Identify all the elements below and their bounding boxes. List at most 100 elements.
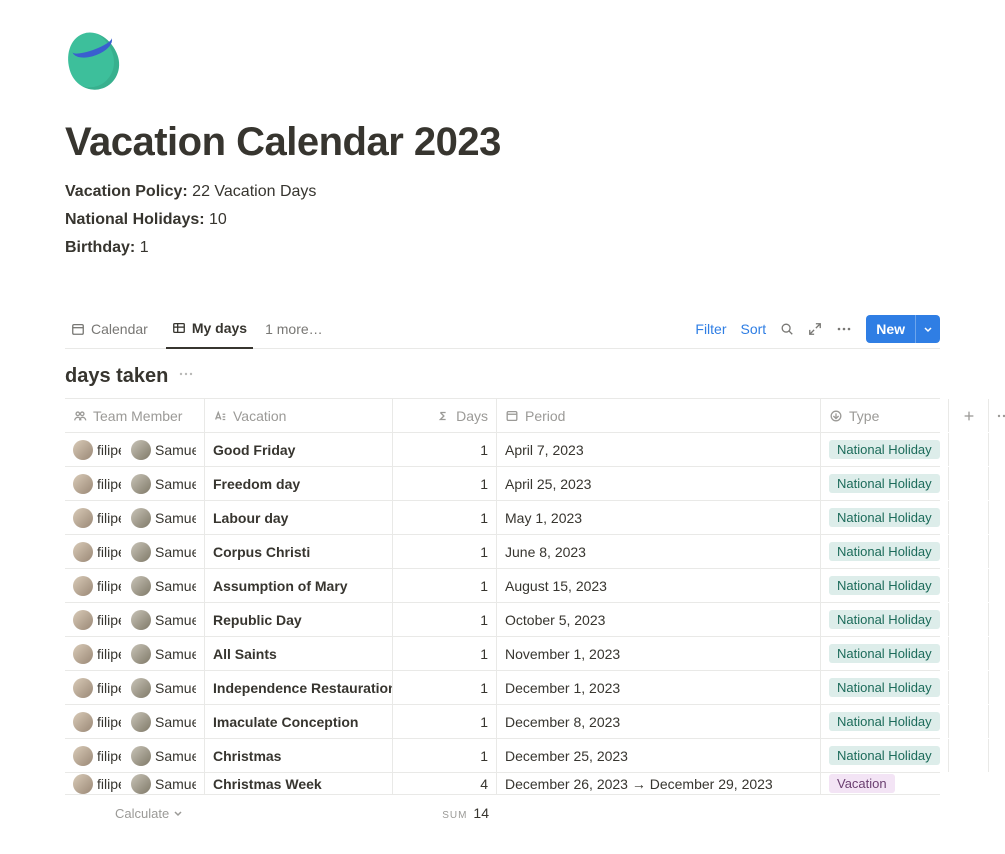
vacation-cell[interactable]: Christmas xyxy=(205,739,393,772)
select-icon xyxy=(829,409,843,423)
tab-calendar[interactable]: Calendar xyxy=(65,309,154,349)
tab-more[interactable]: 1 more… xyxy=(265,321,323,337)
avatar xyxy=(131,746,151,766)
vacation-cell[interactable]: Christmas Week xyxy=(205,773,393,794)
member-chip: Samuel xyxy=(131,774,196,794)
col-team-member[interactable]: Team Member xyxy=(65,399,205,432)
type-cell: National Holiday xyxy=(821,467,949,500)
policy-line: Vacation Policy: 22 Vacation Days xyxy=(65,183,940,201)
add-column-button[interactable] xyxy=(949,399,989,432)
vacation-cell[interactable]: Imaculate Conception xyxy=(205,705,393,738)
col-days[interactable]: Days xyxy=(393,399,497,432)
table-row[interactable]: filipe Samuel Christmas Week 4 December … xyxy=(65,773,940,795)
type-cell: National Holiday xyxy=(821,569,949,602)
avatar xyxy=(73,610,93,630)
period-cell: November 1, 2023 xyxy=(497,637,821,670)
member-chip: filipe xyxy=(73,774,121,794)
table-header: Team Member Vacation Days Period Type xyxy=(65,399,940,433)
table-row[interactable]: filipeSamuelFreedom day1April 25, 2023Na… xyxy=(65,467,940,501)
member-chip: filipe xyxy=(73,542,121,562)
table-row[interactable]: filipeSamuelRepublic Day1October 5, 2023… xyxy=(65,603,940,637)
period-cell: December 26, 2023 → December 29, 2023 xyxy=(497,773,821,794)
calculate-button[interactable]: Calculate xyxy=(65,806,205,821)
member-chip: Samuel xyxy=(131,440,196,460)
avatar xyxy=(73,644,93,664)
more-icon[interactable] xyxy=(836,321,852,337)
table-row[interactable]: filipeSamuelGood Friday1April 7, 2023Nat… xyxy=(65,433,940,467)
sum-cell: SUM 14 xyxy=(205,805,497,821)
member-chip: Samuel xyxy=(131,610,196,630)
member-chip: filipe xyxy=(73,712,121,732)
period-cell: December 1, 2023 xyxy=(497,671,821,704)
member-chip: filipe xyxy=(73,678,121,698)
days-cell: 1 xyxy=(393,739,497,772)
avatar xyxy=(73,712,93,732)
table-row[interactable]: filipeSamuelCorpus Christi1June 8, 2023N… xyxy=(65,535,940,569)
vacation-cell[interactable]: Assumption of Mary xyxy=(205,569,393,602)
avatar xyxy=(131,440,151,460)
avatar xyxy=(73,576,93,596)
table-row[interactable]: filipe Samuel Imaculate Conception1Decembe… xyxy=(65,705,940,739)
avatar xyxy=(131,576,151,596)
days-cell: 1 xyxy=(393,705,497,738)
expand-icon[interactable] xyxy=(808,322,822,336)
member-chip: Samuel xyxy=(131,712,196,732)
vacation-cell[interactable]: Corpus Christi xyxy=(205,535,393,568)
tab-my-days[interactable]: My days xyxy=(166,309,253,349)
vacation-cell[interactable]: Labour day xyxy=(205,501,393,534)
policy-label: Vacation Policy: xyxy=(65,183,188,200)
filter-button[interactable]: Filter xyxy=(695,321,726,337)
table-more-button[interactable] xyxy=(989,399,1005,432)
avatar xyxy=(73,678,93,698)
sum-label: SUM xyxy=(442,810,467,821)
avatar xyxy=(131,474,151,494)
days-cell: 1 xyxy=(393,569,497,602)
days-cell: 1 xyxy=(393,535,497,568)
chevron-down-icon[interactable] xyxy=(915,315,940,343)
member-chip: Samuel xyxy=(131,474,196,494)
calendar-icon xyxy=(71,322,85,336)
sum-value: 14 xyxy=(473,805,489,821)
avatar xyxy=(131,678,151,698)
vacation-cell[interactable]: Republic Day xyxy=(205,603,393,636)
type-cell: National Holiday xyxy=(821,739,949,772)
member-chip: filipe xyxy=(73,474,121,494)
type-cell: National Holiday xyxy=(821,671,949,704)
col-period[interactable]: Period xyxy=(497,399,821,432)
new-button[interactable]: New xyxy=(866,315,940,343)
col-type[interactable]: Type xyxy=(821,399,949,432)
period-cell: June 8, 2023 xyxy=(497,535,821,568)
avatar xyxy=(131,610,151,630)
member-chip: Samuel xyxy=(131,576,196,596)
table-row[interactable]: filipeSamuelChristmas1December 25, 2023N… xyxy=(65,739,940,773)
table-icon xyxy=(172,321,186,335)
sort-button[interactable]: Sort xyxy=(741,321,767,337)
table-row[interactable]: filipeSamuelAll Saints1November 1, 2023N… xyxy=(65,637,940,671)
policy-value: 22 Vacation Days xyxy=(192,183,316,200)
calendar-icon xyxy=(505,409,519,423)
days-cell: 1 xyxy=(393,467,497,500)
vacation-cell[interactable]: All Saints xyxy=(205,637,393,670)
table-row[interactable]: filipeSamuelLabour day1May 1, 2023Nation… xyxy=(65,501,940,535)
vacation-cell[interactable]: Independence Restauration xyxy=(205,671,393,704)
holidays-value: 10 xyxy=(209,211,227,228)
page-emoji-icon[interactable] xyxy=(65,30,137,102)
member-chip: filipe xyxy=(73,610,121,630)
member-chip: Samuel xyxy=(131,508,196,528)
avatar xyxy=(73,542,93,562)
avatar xyxy=(131,712,151,732)
holidays-label: National Holidays: xyxy=(65,211,205,228)
member-chip: filipe xyxy=(73,746,121,766)
col-vacation[interactable]: Vacation xyxy=(205,399,393,432)
birthday-value: 1 xyxy=(140,239,149,256)
group-more-icon[interactable] xyxy=(178,366,194,387)
chevron-down-icon xyxy=(173,808,183,818)
period-cell: December 8, 2023 xyxy=(497,705,821,738)
vacation-cell[interactable]: Good Friday xyxy=(205,433,393,466)
vacation-cell[interactable]: Freedom day xyxy=(205,467,393,500)
table-row[interactable]: filipeSamuelIndependence Restauration1De… xyxy=(65,671,940,705)
search-icon[interactable] xyxy=(780,322,794,336)
days-cell: 1 xyxy=(393,433,497,466)
table-row[interactable]: filipeSamuelAssumption of Mary1August 15… xyxy=(65,569,940,603)
type-cell: National Holiday xyxy=(821,501,949,534)
